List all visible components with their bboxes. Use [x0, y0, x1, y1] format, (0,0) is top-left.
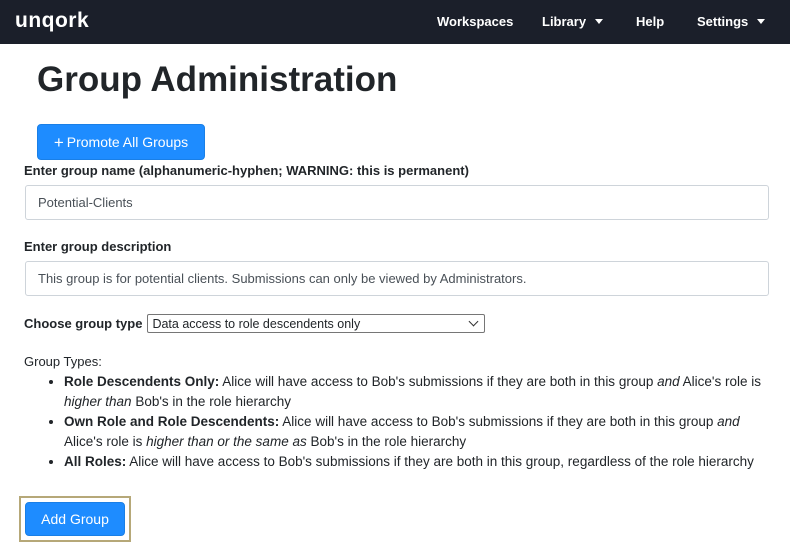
- group-type-row: Choose group type Data access to role de…: [24, 314, 486, 333]
- chevron-down-icon: [469, 316, 479, 327]
- emphasis-text: and: [717, 414, 740, 429]
- nav-settings-label: Settings: [697, 14, 749, 29]
- nav-workspaces[interactable]: Workspaces: [437, 14, 513, 29]
- group-type-description: Alice's role is: [64, 434, 147, 449]
- unqork-logo[interactable]: unqork: [15, 9, 89, 33]
- group-type-description: Alice will have access to Bob's submissi…: [279, 414, 718, 429]
- group-type-name: Role Descendents Only:: [64, 374, 220, 389]
- chevron-down-icon: [757, 19, 766, 24]
- top-navbar: unqork Workspaces Library Help Settings: [0, 0, 790, 44]
- group-name-input[interactable]: [25, 185, 769, 220]
- group-type-description: Bob's in the role hierarchy: [306, 434, 467, 449]
- nav-library-label: Library: [542, 14, 587, 29]
- group-type-selected-value: Data access to role descendents only: [152, 316, 361, 331]
- emphasis-text: and: [657, 374, 680, 389]
- group-name-label: Enter group name (alphanumeric-hyphen; W…: [24, 163, 469, 178]
- group-type-description: Alice will have access to Bob's submissi…: [126, 454, 754, 469]
- page-title: Group Administration: [37, 60, 398, 99]
- group-type-select[interactable]: Data access to role descendents only: [147, 314, 486, 333]
- emphasis-text: higher than or the same as: [146, 434, 307, 449]
- list-item: All Roles: Alice will have access to Bob…: [64, 452, 764, 472]
- emphasis-text: higher than: [64, 394, 132, 409]
- promote-all-groups-button[interactable]: + Promote All Groups: [37, 124, 205, 160]
- nav-help[interactable]: Help: [636, 14, 664, 29]
- list-item: Role Descendents Only: Alice will have a…: [64, 372, 764, 412]
- promote-all-groups-label: Promote All Groups: [66, 134, 189, 150]
- group-description-input[interactable]: [25, 261, 769, 296]
- nav-library[interactable]: Library: [542, 14, 604, 29]
- group-type-description: Alice's role is: [679, 374, 761, 389]
- group-types-list: Role Descendents Only: Alice will have a…: [24, 372, 764, 472]
- group-type-description: Bob's in the role hierarchy: [131, 394, 291, 409]
- chevron-down-icon: [595, 19, 604, 24]
- group-description-label: Enter group description: [24, 239, 172, 254]
- group-type-description: Alice will have access to Bob's submissi…: [219, 374, 658, 389]
- group-type-name: All Roles:: [64, 454, 127, 469]
- add-group-button[interactable]: Add Group: [25, 502, 125, 536]
- list-item: Own Role and Role Descendents: Alice wil…: [64, 412, 764, 452]
- plus-icon: +: [53, 132, 64, 152]
- group-types-title: Group Types:: [24, 354, 102, 369]
- nav-settings[interactable]: Settings: [697, 14, 766, 29]
- group-type-name: Own Role and Role Descendents:: [64, 414, 280, 429]
- group-type-label: Choose group type: [24, 316, 143, 331]
